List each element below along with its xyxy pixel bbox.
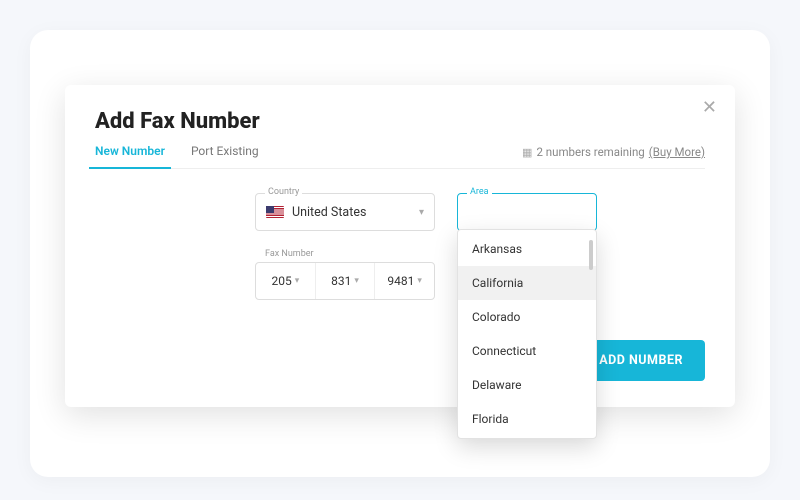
- area-select[interactable]: [457, 193, 597, 231]
- chevron-down-icon: ▾: [354, 276, 359, 286]
- country-select[interactable]: United States ▾: [255, 193, 435, 231]
- chevron-down-icon: ▾: [417, 276, 422, 286]
- form-row-1: Country United States ▾ Area Arkansas Ca…: [95, 169, 705, 239]
- qr-icon: ▦: [522, 146, 532, 159]
- page-container: ✕ Add Fax Number New Number Port Existin…: [30, 30, 770, 477]
- close-icon[interactable]: ✕: [702, 99, 717, 117]
- fax-seg-2[interactable]: 831 ▾: [316, 263, 376, 299]
- remaining-text: 2 numbers remaining: [536, 145, 644, 159]
- add-fax-modal: ✕ Add Fax Number New Number Port Existin…: [65, 85, 735, 407]
- flag-us-icon: [266, 206, 284, 218]
- tab-port-existing[interactable]: Port Existing: [191, 144, 259, 168]
- fax-seg-3-value: 9481: [387, 274, 414, 288]
- fax-number-input: 205 ▾ 831 ▾ 9481 ▾: [255, 262, 435, 300]
- buy-more-link[interactable]: (Buy More): [649, 145, 705, 159]
- modal-header-row: New Number Port Existing ▦ 2 numbers rem…: [95, 144, 705, 169]
- area-dropdown-list: Arkansas California Colorado Connecticut…: [458, 232, 596, 436]
- modal-footer: ADD NUMBER: [95, 340, 705, 381]
- fax-seg-3[interactable]: 9481 ▾: [375, 263, 434, 299]
- tab-new-number[interactable]: New Number: [95, 144, 165, 168]
- country-label: Country: [265, 187, 302, 197]
- fax-seg-1[interactable]: 205 ▾: [256, 263, 316, 299]
- area-label: Area: [467, 187, 492, 197]
- chevron-down-icon: ▾: [419, 207, 424, 218]
- area-option[interactable]: California: [458, 266, 596, 300]
- numbers-remaining: ▦ 2 numbers remaining (Buy More): [522, 145, 705, 167]
- chevron-down-icon: ▾: [295, 276, 300, 286]
- modal-title: Add Fax Number: [95, 109, 705, 134]
- area-field: Area Arkansas California Colorado Connec…: [457, 193, 597, 231]
- area-option[interactable]: Connecticut: [458, 334, 596, 368]
- form-row-2: Fax Number 205 ▾ 831 ▾ 9481 ▾: [95, 239, 705, 300]
- area-option[interactable]: Arkansas: [458, 232, 596, 266]
- area-option[interactable]: Delaware: [458, 368, 596, 402]
- fax-seg-2-value: 831: [331, 274, 351, 288]
- area-dropdown: Arkansas California Colorado Connecticut…: [457, 229, 597, 439]
- country-value: United States: [292, 205, 366, 220]
- country-field: Country United States ▾: [255, 193, 435, 231]
- area-option[interactable]: Florida: [458, 402, 596, 436]
- tabs: New Number Port Existing: [95, 144, 259, 168]
- fax-seg-1-value: 205: [271, 274, 291, 288]
- area-option[interactable]: Colorado: [458, 300, 596, 334]
- scrollbar[interactable]: [589, 240, 593, 270]
